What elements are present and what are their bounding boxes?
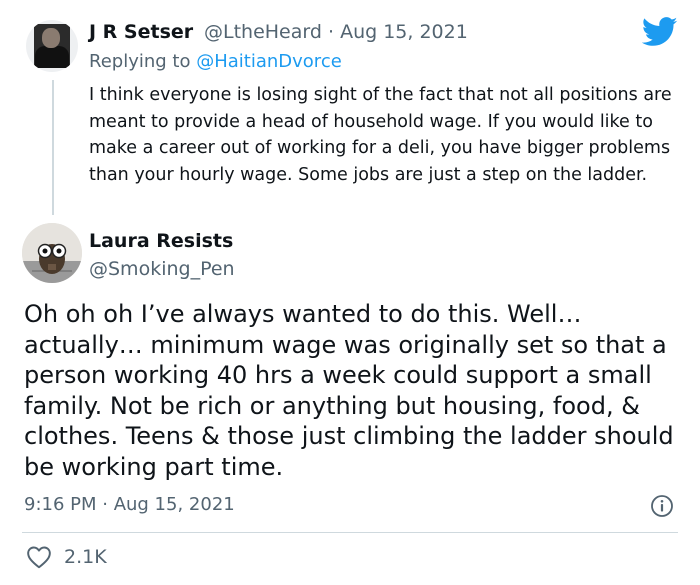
like-count: 2.1K: [64, 546, 107, 568]
replying-to-line: Replying to @HaitianDvorce: [89, 51, 342, 72]
divider: [22, 532, 678, 533]
replying-prefix: Replying to: [89, 51, 191, 72]
reply-author-meta: @LtheHeard · Aug 15, 2021: [204, 21, 468, 43]
thread-connector-line: [52, 80, 54, 215]
heart-icon[interactable]: [26, 545, 52, 569]
reply-author-name[interactable]: J R Setser: [89, 21, 193, 43]
meta-separator: ·: [327, 21, 335, 43]
twitter-bird-icon: [642, 17, 678, 46]
main-author-handle[interactable]: @Smoking_Pen: [89, 258, 235, 280]
reply-date[interactable]: Aug 15, 2021: [340, 21, 468, 43]
reply-tweet-text: I think everyone is losing sight of the …: [89, 85, 672, 185]
like-action[interactable]: 2.1K: [26, 543, 107, 571]
replying-to-mention[interactable]: @HaitianDvorce: [196, 51, 342, 72]
tweet-timestamp[interactable]: 9:16 PM · Aug 15, 2021: [24, 494, 235, 515]
reply-author-handle[interactable]: @LtheHeard: [204, 21, 322, 43]
info-icon[interactable]: [650, 494, 674, 518]
main-tweet-text: Oh oh oh I’ve always wanted to do this. …: [24, 300, 674, 481]
main-author-avatar[interactable]: [22, 223, 82, 283]
main-author-name[interactable]: Laura Resists: [89, 230, 233, 252]
reply-author-avatar[interactable]: [26, 20, 78, 72]
